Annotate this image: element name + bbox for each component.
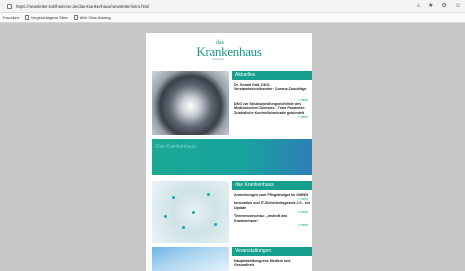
article-link[interactable]: DKG zur Strukturprüfungsrichtlinie des M…: [232, 102, 312, 115]
promo-banner[interactable]: Das Krankenhaus: [152, 139, 312, 175]
reichstag-dome-image[interactable]: [152, 71, 229, 135]
more-link[interactable]: » mehr: [232, 115, 312, 119]
favorites-button[interactable]: Favoriten: [3, 16, 19, 20]
newsletter-logo[interactable]: das Krankenhaus Newsletter: [146, 33, 312, 67]
page-icon: [73, 15, 78, 20]
network-node: [192, 211, 195, 214]
section-heading: Aktuelles: [232, 71, 312, 80]
page-icon: [24, 15, 29, 20]
address-bar[interactable]: https://newsletter.kohlhammer.de/das-kra…: [0, 0, 465, 13]
newsletter: das Krankenhaus Newsletter Aktuelles Dr.…: [146, 33, 312, 271]
article-link[interactable]: Themenvorschau: „Instroft das Krankenhau…: [232, 214, 312, 223]
network-node: [172, 196, 175, 199]
network-node: [164, 215, 167, 218]
network-node: [182, 226, 185, 229]
article-link[interactable]: Innovation und IT-Sicherheitsgesetz 2.0 …: [232, 201, 312, 210]
banner-text: Das Krankenhaus: [156, 144, 196, 150]
bookmark-web-slice[interactable]: Web Slice-Katalog: [73, 15, 111, 20]
section-heading: Veranstaltungen: [232, 247, 312, 256]
smiley-icon[interactable]: ☺: [455, 3, 461, 10]
article-link[interactable]: Dr. Gerald Gaß, DKG-Vorstandsvorsitzende…: [232, 83, 312, 92]
star-icon[interactable]: ★: [428, 3, 433, 10]
section-heading: das Krankenhaus: [232, 181, 312, 190]
url-text[interactable]: https://newsletter.kohlhammer.de/das-kra…: [16, 4, 149, 9]
krankenhaus-column: das Krankenhaus Anmerkungen zum Pflegebu…: [232, 181, 312, 227]
section-das-krankenhaus: das Krankenhaus Anmerkungen zum Pflegebu…: [152, 181, 312, 243]
lock-icon: [7, 4, 12, 9]
section-aktuelles: Aktuelles Dr. Gerald Gaß, DKG-Vorstandsv…: [152, 71, 312, 135]
home-icon[interactable]: ⌂: [416, 3, 420, 10]
browser-toolbar: https://newsletter.kohlhammer.de/das-kra…: [0, 0, 465, 13]
veranstaltungen-column: Veranstaltungen Hauptstadtkongress Mediz…: [232, 247, 312, 268]
network-node: [214, 223, 217, 226]
toolbar-icons: ⌂ ★ ⚙ ☺: [416, 3, 461, 10]
network-image[interactable]: [152, 181, 229, 243]
section-veranstaltungen: Veranstaltungen Hauptstadtkongress Mediz…: [152, 247, 312, 271]
network-node: [207, 193, 210, 196]
bookmarks-bar: Favoriten Vorgeschlagene Sites Web Slice…: [0, 13, 465, 23]
gear-icon[interactable]: ⚙: [441, 3, 446, 10]
bookmark-suggested-sites[interactable]: Vorgeschlagene Sites: [24, 15, 68, 20]
aktuelles-column: Aktuelles Dr. Gerald Gaß, DKG-Vorstandsv…: [232, 71, 312, 119]
more-link[interactable]: » mehr: [232, 223, 312, 227]
medical-icons-image[interactable]: [152, 247, 229, 271]
article-link[interactable]: Hauptstadtkongress Medizin und Gesundhei…: [232, 259, 312, 268]
